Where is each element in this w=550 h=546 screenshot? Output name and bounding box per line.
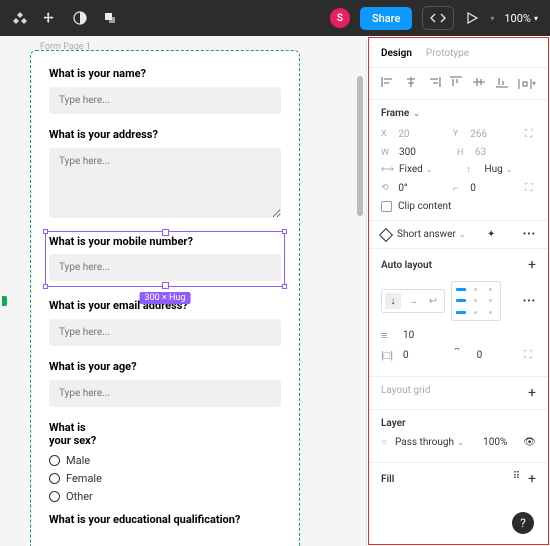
component-instance-row[interactable]: Short answer⌄ ✦ •••: [369, 221, 548, 249]
question-name-label: What is your name?: [49, 67, 281, 80]
align-vcenter-icon[interactable]: [472, 76, 486, 91]
play-icon[interactable]: [464, 10, 480, 26]
resize-h-dropdown[interactable]: Fixed⌄: [399, 164, 432, 175]
age-input[interactable]: [49, 380, 281, 407]
code-icon: [430, 10, 446, 26]
layout-grid-section[interactable]: Layout grid+: [369, 377, 548, 410]
distribute-icon[interactable]: ▾: [518, 76, 536, 91]
help-button[interactable]: ?: [512, 512, 534, 534]
direction-wrap-icon[interactable]: ↩: [425, 293, 441, 309]
dev-mode-button[interactable]: [422, 6, 454, 30]
zoom-level[interactable]: 100%▾: [504, 12, 538, 25]
email-input[interactable]: [49, 319, 281, 346]
top-toolbar: S Share ▾ 100%▾: [0, 0, 550, 36]
padding-expand-icon[interactable]: ⛶: [524, 348, 536, 362]
mobile-input[interactable]: [49, 254, 281, 281]
align-top-icon[interactable]: [449, 76, 463, 91]
more-icon[interactable]: •••: [523, 229, 536, 240]
selection-edge-handle[interactable]: [2, 296, 7, 306]
align-right-icon[interactable]: [427, 76, 441, 91]
visibility-icon[interactable]: 👁: [523, 437, 536, 448]
size-badge: 300 × Hug: [140, 292, 191, 304]
canvas-scrollbar[interactable]: [357, 56, 363, 456]
layer-section: Layer ○Pass through⌄100%👁: [369, 410, 548, 463]
align-bottom-icon[interactable]: [495, 76, 509, 91]
corners-icon[interactable]: ⛶: [525, 181, 536, 195]
move-tool-icon[interactable]: [42, 10, 58, 26]
direction-horizontal-icon[interactable]: →: [405, 293, 421, 309]
user-avatar[interactable]: S: [330, 8, 350, 28]
question-mobile-label: What is your mobile number?: [49, 235, 281, 248]
question-edu-label: What is your educational qualification?: [49, 513, 281, 526]
blend-mode-dropdown[interactable]: Pass through⌄: [395, 437, 464, 448]
address-input[interactable]: [49, 148, 281, 218]
padding-h[interactable]: 0: [403, 350, 409, 361]
frame-w[interactable]: 300: [399, 147, 449, 158]
direction-controls: ↓ → ↩: [381, 289, 445, 313]
component-icon[interactable]: [102, 10, 118, 26]
question-address-label: What is your address?: [49, 128, 281, 141]
fill-section[interactable]: Fill ⠿+: [369, 463, 548, 495]
constrain-icon[interactable]: ⛶: [525, 127, 536, 141]
question-age-label: What is your age?: [49, 360, 281, 373]
checkbox-icon: [381, 201, 392, 212]
radio-icon: [49, 491, 60, 502]
diamond-icon: [379, 227, 393, 241]
alignment-grid[interactable]: [451, 281, 501, 321]
share-button[interactable]: Share: [360, 7, 412, 30]
resize-v-dropdown[interactable]: Hug⌄: [484, 164, 512, 175]
frame-h[interactable]: 63: [475, 147, 525, 158]
tab-prototype[interactable]: Prototype: [426, 48, 469, 59]
align-left-icon[interactable]: [381, 76, 395, 91]
frame-section: Frame⌄ X20Y266⛶ W300H63 ⟷Fixed⌄↕Hug⌄ ⟲0°…: [369, 100, 548, 221]
layer-title: Layer: [381, 418, 536, 429]
radio-female[interactable]: Female: [49, 472, 281, 485]
frame-x[interactable]: 20: [398, 129, 445, 140]
styles-icon[interactable]: ⠿: [513, 471, 520, 487]
padding-v-icon: ⎴: [455, 348, 469, 362]
autolayout-title: Auto layout: [381, 260, 432, 271]
alignment-controls: ▾: [369, 68, 548, 100]
corner-radius[interactable]: 0: [470, 183, 517, 194]
align-hcenter-icon[interactable]: [404, 76, 418, 91]
rotation[interactable]: 0°: [398, 183, 445, 194]
frame-title[interactable]: Frame⌄: [381, 108, 536, 119]
add-autolayout-icon[interactable]: +: [528, 257, 536, 273]
form-frame[interactable]: What is your name? What is your address?…: [30, 50, 300, 546]
gap-icon: ≡: [381, 329, 395, 342]
swap-icon[interactable]: ✦: [487, 229, 495, 240]
opacity-value[interactable]: 100%: [483, 437, 507, 448]
autolayout-section: Auto layout + ↓ → ↩ ••• ≡ 10 |□| 0 ⎴ 0 ⛶: [369, 249, 548, 377]
clip-content-checkbox[interactable]: Clip content: [381, 201, 536, 212]
direction-vertical-icon[interactable]: ↓: [385, 293, 401, 309]
radio-male[interactable]: Male: [49, 454, 281, 467]
figma-menu-icon[interactable]: [12, 10, 28, 26]
padding-h-icon: |□|: [381, 349, 395, 362]
tab-design[interactable]: Design: [381, 48, 412, 59]
radio-icon: [49, 455, 60, 466]
add-fill-icon[interactable]: +: [528, 471, 536, 487]
radio-icon: [49, 473, 60, 484]
add-grid-icon[interactable]: +: [528, 385, 536, 401]
padding-v[interactable]: 0: [477, 350, 483, 361]
canvas-area[interactable]: Form Page 1 What is your name? What is y…: [0, 36, 366, 546]
autolayout-more-icon[interactable]: •••: [523, 296, 536, 307]
radio-other[interactable]: Other: [49, 490, 281, 503]
frame-y[interactable]: 266: [470, 129, 517, 140]
selected-component[interactable]: What is your mobile number? 300 × Hug: [45, 231, 285, 287]
contrast-icon[interactable]: [72, 10, 88, 26]
gap-value[interactable]: 10: [403, 330, 414, 341]
question-sex-label: What is your sex?: [49, 421, 281, 447]
design-panel: Design Prototype ▾ Frame⌄ X20Y266⛶ W300H…: [366, 36, 550, 546]
name-input[interactable]: [49, 87, 281, 114]
